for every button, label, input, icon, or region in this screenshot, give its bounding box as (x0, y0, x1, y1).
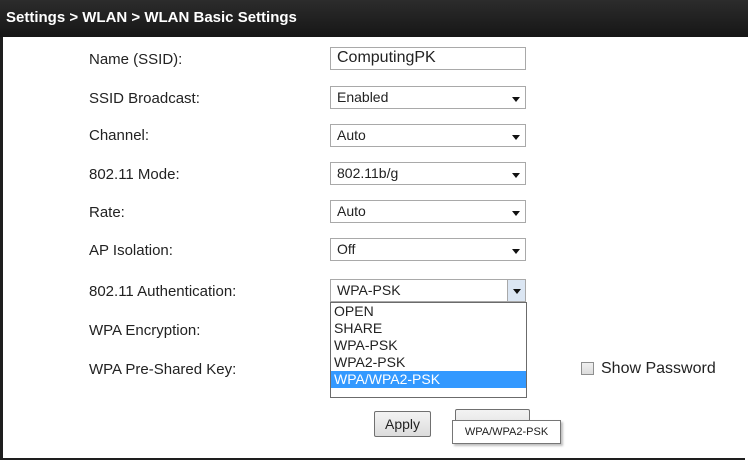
tooltip: WPA/WPA2-PSK (452, 420, 561, 444)
chevron-down-icon (512, 135, 520, 140)
mode-value: 802.11b/g (337, 165, 399, 181)
rate-select[interactable]: Auto (330, 200, 526, 223)
authentication-dropdown-list[interactable]: OPEN SHARE WPA-PSK WPA2-PSK WPA/WPA2-PSK (330, 302, 527, 398)
show-password-checkbox[interactable] (581, 362, 594, 375)
ssid-label: Name (SSID): (89, 51, 183, 68)
ap-isolation-select[interactable]: Off (330, 238, 526, 261)
channel-value: Auto (337, 127, 366, 143)
ssid-broadcast-select[interactable]: Enabled (330, 86, 526, 109)
dropdown-option[interactable]: OPEN (331, 303, 526, 320)
dropdown-option[interactable]: WPA/WPA2-PSK (331, 371, 526, 388)
chevron-down-icon (513, 289, 521, 294)
rate-value: Auto (337, 203, 366, 219)
dropdown-option[interactable]: SHARE (331, 320, 526, 337)
mode-select[interactable]: 802.11b/g (330, 162, 526, 185)
ssid-input[interactable]: ComputingPK (330, 47, 526, 70)
title-bar: Settings > WLAN > WLAN Basic Settings (0, 0, 748, 37)
show-password-label: Show Password (601, 360, 716, 377)
wpa-psk-label: WPA Pre-Shared Key: (89, 361, 237, 378)
ssid-value: ComputingPK (337, 49, 436, 66)
ssid-broadcast-label: SSID Broadcast: (89, 90, 200, 107)
mode-label: 802.11 Mode: (89, 166, 180, 183)
dropdown-option[interactable]: WPA-PSK (331, 337, 526, 354)
authentication-value: WPA-PSK (337, 282, 401, 298)
channel-label: Channel: (89, 127, 150, 144)
authentication-label: 802.11 Authentication: (89, 283, 237, 300)
ssid-broadcast-value: Enabled (337, 89, 389, 105)
breadcrumb: Settings > WLAN > WLAN Basic Settings (6, 9, 297, 26)
authentication-select[interactable]: WPA-PSK (330, 279, 526, 302)
chevron-down-icon (512, 97, 520, 102)
wpa-encryption-label: WPA Encryption: (89, 322, 201, 339)
chevron-down-icon (512, 211, 520, 216)
rate-label: Rate: (89, 204, 125, 221)
chevron-down-icon (512, 173, 520, 178)
channel-select[interactable]: Auto (330, 124, 526, 147)
dropdown-button[interactable] (507, 280, 525, 301)
dropdown-option[interactable]: WPA2-PSK (331, 354, 526, 371)
chevron-down-icon (512, 249, 520, 254)
ap-isolation-label: AP Isolation: (89, 242, 173, 259)
apply-button[interactable]: Apply (374, 411, 431, 437)
ap-isolation-value: Off (337, 241, 356, 257)
